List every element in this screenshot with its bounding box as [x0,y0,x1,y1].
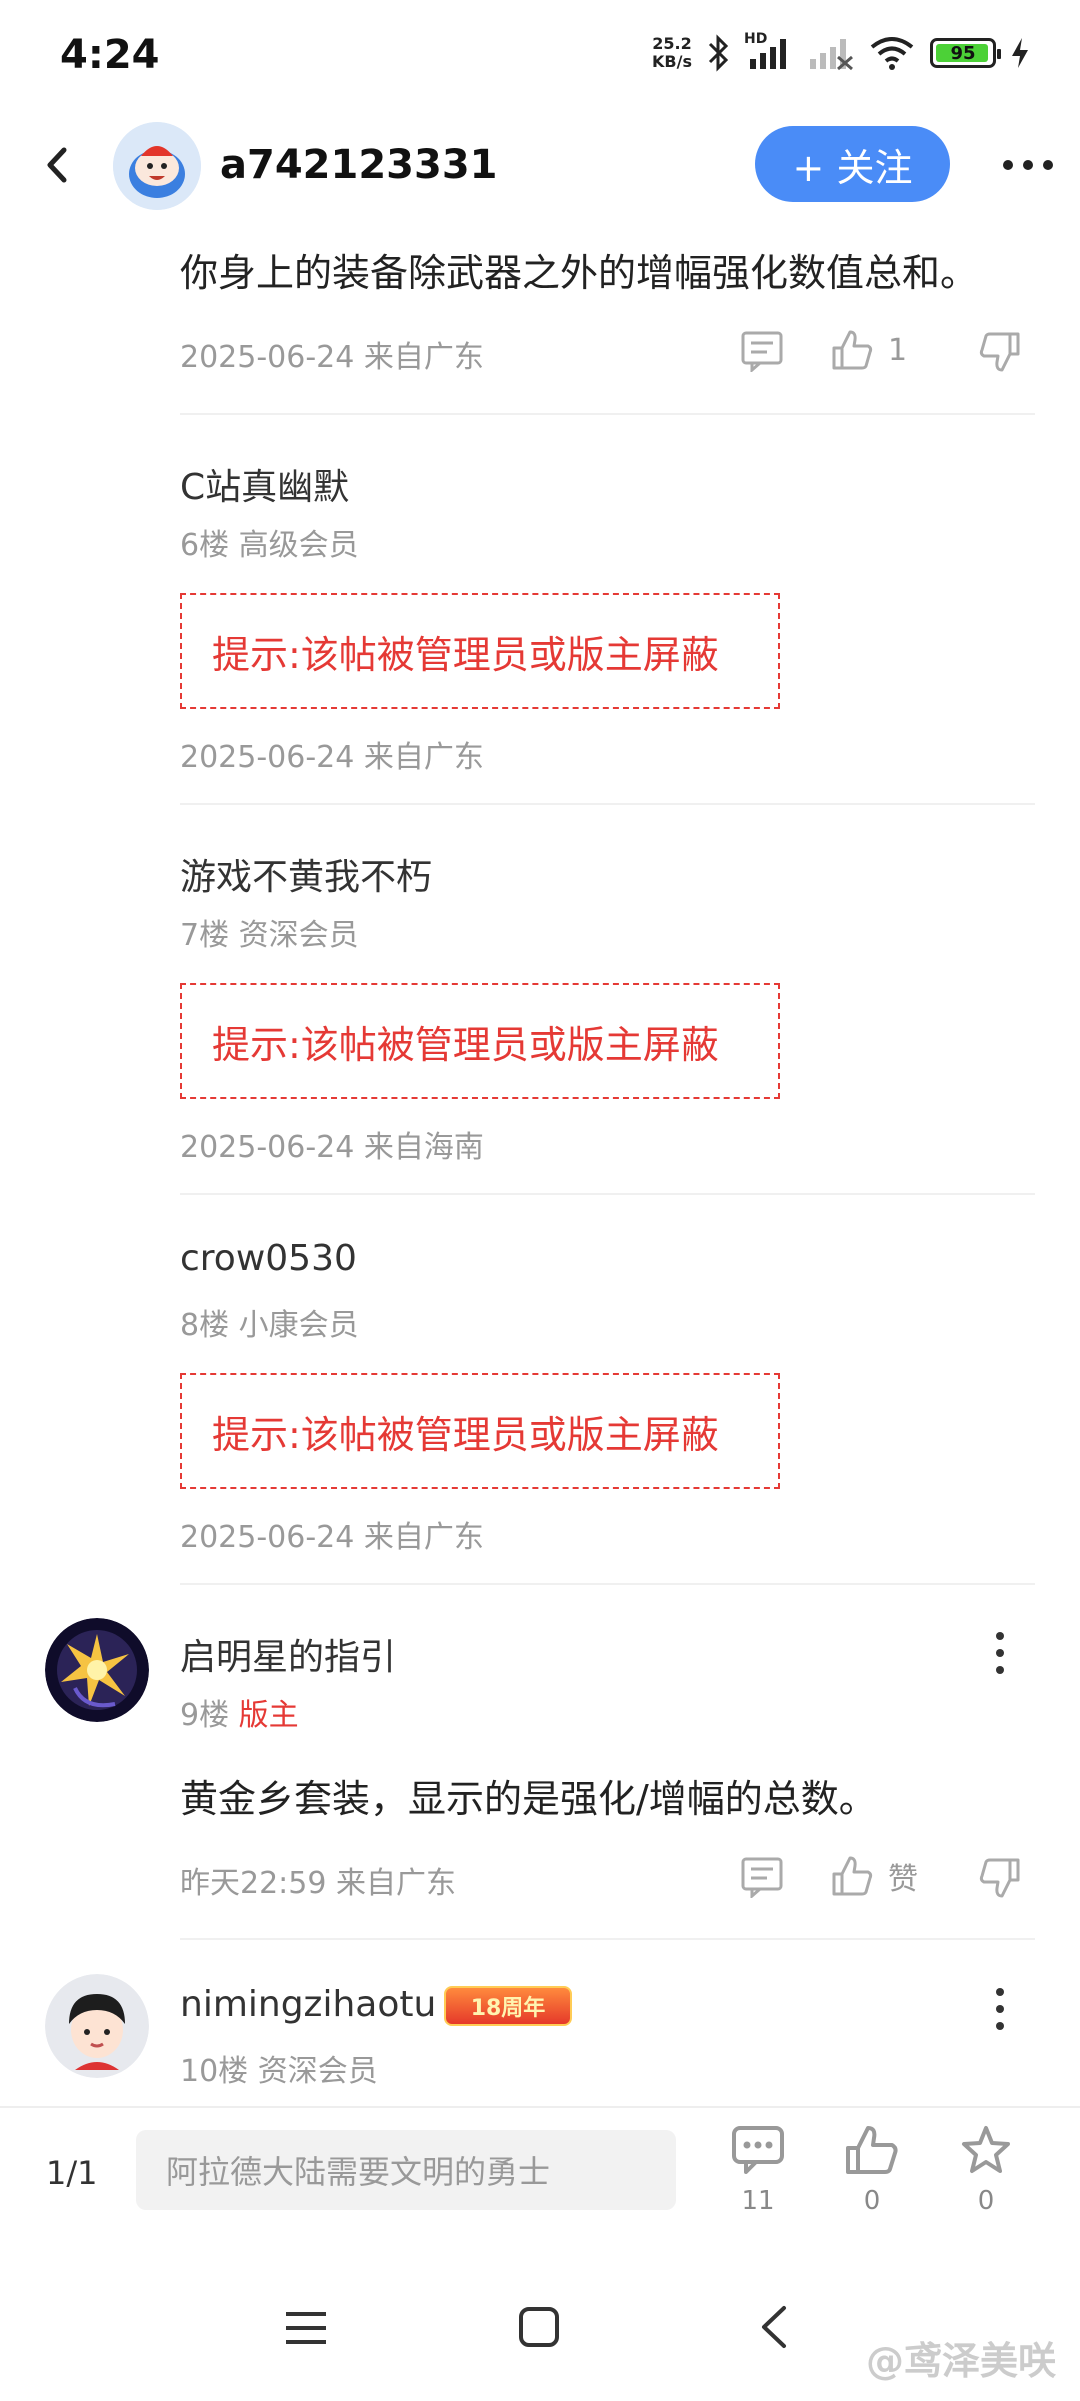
reply-menu-icon[interactable] [990,1628,1010,1678]
more-options-icon[interactable] [1000,150,1056,180]
thumbs-up-icon [832,1856,873,1896]
anniversary-badge: 18周年 [444,1986,572,2026]
comments-count: 11 [741,2186,775,2216]
divider [180,1193,1035,1195]
reply-username[interactable]: crow0530 [180,1238,357,1279]
charging-icon [1012,38,1028,68]
moderator-badge: 版主 [238,1698,299,1733]
reply-meta: 2025-06-24 来自海南 [180,1130,484,1165]
favorites-count: 0 [977,2186,995,2216]
status-icons: 25.2 KB/s HD 95 [652,31,1030,72]
system-nav-bar: @鸢泽美咲 [0,2256,1080,2401]
reply-text: 黄金乡套装，显示的是强化/增幅的总数。 [180,1777,877,1821]
comment-icon[interactable] [740,1856,786,1898]
reply-avatar[interactable] [45,1974,149,2078]
comment-bubble-icon [732,2126,784,2174]
signal-no-service-icon [810,39,853,71]
follow-button[interactable]: + 关注 [755,126,950,202]
reply-username[interactable]: 启明星的指引 [180,1628,396,1680]
reply-meta: 2025-06-24 来自广东 [180,1520,484,1555]
net-speed-unit: KB/s [652,52,692,71]
likes-count: 0 [863,2186,881,2216]
badge-label: 18周年 [470,1996,546,2021]
page-indicator[interactable]: 1/1 [46,2154,98,2192]
reply-floor: 8楼 小康会员 [180,1308,359,1343]
watermark: @鸢泽美咲 [866,2330,1056,2385]
floor-number: 9楼 [180,1698,230,1733]
divider [180,803,1035,805]
thumbs-down-icon[interactable] [978,330,1022,374]
battery-icon: 95 [930,38,1001,68]
divider [180,1938,1035,1940]
like-button[interactable]: 1 [830,328,907,372]
net-speed: 25.2 KB/s [652,35,692,71]
blocked-notice: 提示:该帖被管理员或版主屏蔽 [180,983,780,1099]
blocked-notice: 提示:该帖被管理员或版主屏蔽 [180,1373,780,1489]
reply-menu-icon[interactable] [990,1984,1010,2034]
thumbs-up-icon [846,2126,898,2174]
net-speed-value: 25.2 [652,34,692,53]
follow-label: + 关注 [792,145,913,190]
blocked-text: 提示:该帖被管理员或版主屏蔽 [212,632,719,677]
status-time: 4:24 [60,32,160,78]
top-header: a742123331 + 关注 [0,110,1080,220]
reply-meta: 2025-06-24 来自广东 [180,740,484,775]
blocked-notice: 提示:该帖被管理员或版主屏蔽 [180,593,780,709]
menu-icon[interactable] [284,2308,328,2348]
reply-meta: 昨天22:59 来自广东 [180,1866,456,1901]
reply-floor: 10楼 资深会员 [180,2054,378,2089]
like-label: 赞 [888,1862,918,1897]
star-icon [962,2126,1010,2173]
nav-back-icon[interactable] [756,2304,792,2350]
battery-level: 95 [950,42,976,64]
reply-avatar[interactable] [45,1618,149,1722]
blocked-text: 提示:该帖被管理员或版主屏蔽 [212,1412,719,1457]
like-count: 1 [888,332,908,368]
wifi-icon [870,37,914,70]
reply-floor: 9楼 版主 [180,1690,299,1734]
signal-icon: HD [744,31,794,71]
like-button[interactable]: 赞 [830,1854,918,1898]
reply-meta: 2025-06-24 来自广东 [180,340,484,375]
favorite-button[interactable]: 0 [946,2124,1026,2216]
reply-input-placeholder: 阿拉德大陆需要文明的勇士 [166,2153,551,2191]
divider [180,1583,1035,1585]
reply-text: 你身上的装备除武器之外的增幅强化数值总和。 [180,251,979,295]
home-icon[interactable] [518,2306,560,2348]
bluetooth-icon [708,34,729,72]
reply-username[interactable]: C站真幽默 [180,458,349,510]
thumbs-up-icon [832,330,873,370]
reply-username[interactable]: nimingzihaotu [180,1984,436,2025]
back-arrow-icon[interactable] [32,138,86,192]
watermark-text: @鸢泽美咲 [865,2339,1056,2383]
thumbs-down-icon[interactable] [978,1856,1022,1900]
divider [180,413,1035,415]
blocked-text: 提示:该帖被管理员或版主屏蔽 [212,1022,719,1067]
reply-toolbar: 1/1 阿拉德大陆需要文明的勇士 11 0 0 [0,2106,1080,2256]
comments-button[interactable]: 11 [718,2124,798,2216]
comment-icon[interactable] [740,330,786,372]
like-post-button[interactable]: 0 [832,2124,912,2216]
reply-floor: 7楼 资深会员 [180,918,359,953]
reply-input[interactable]: 阿拉德大陆需要文明的勇士 [136,2130,676,2210]
reply-floor: 6楼 高级会员 [180,528,359,563]
reply-username[interactable]: 游戏不黄我不朽 [180,848,432,900]
author-avatar[interactable] [113,122,201,210]
author-username[interactable]: a742123331 [220,142,497,188]
status-bar: 4:24 25.2 KB/s HD 95 [0,0,1080,110]
